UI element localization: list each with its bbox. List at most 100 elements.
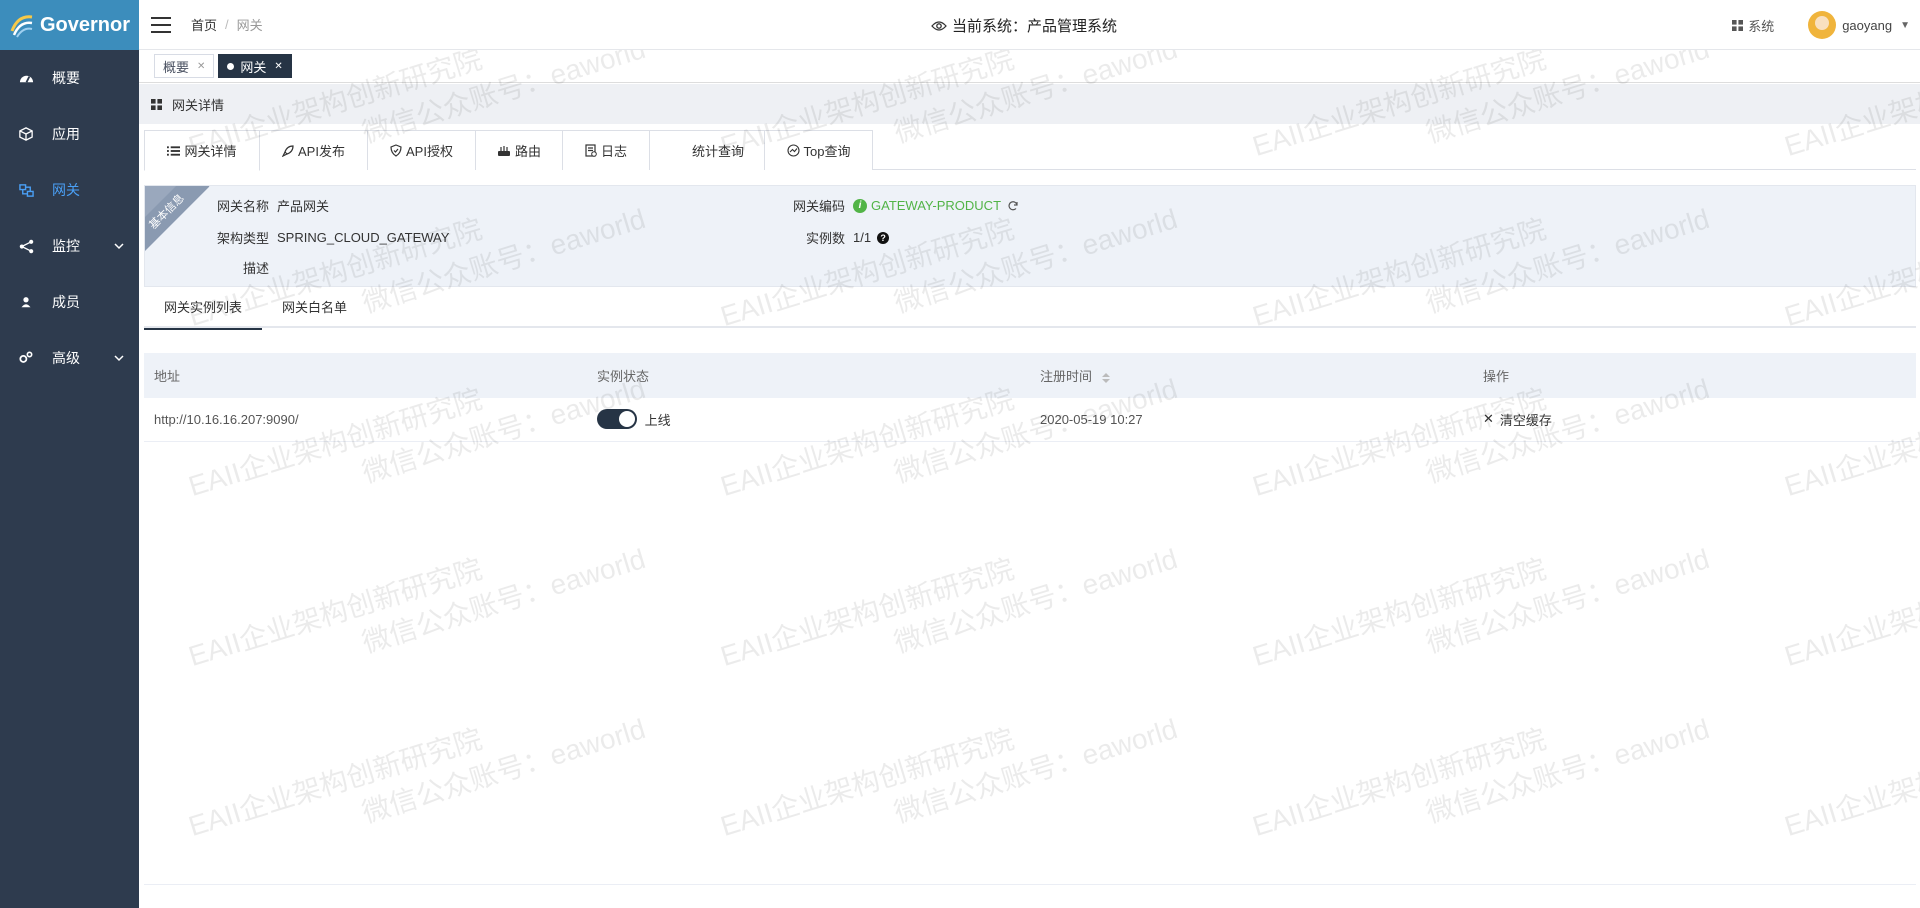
status-label: 上线 — [644, 412, 671, 428]
breadcrumb-separator: / — [225, 17, 229, 32]
logo-icon — [10, 15, 33, 38]
sidebar-item-apps[interactable]: 应用 — [0, 106, 139, 162]
tab-top-query[interactable]: Top查询 — [765, 130, 873, 170]
cube-icon — [18, 126, 34, 142]
tag-label: 概要 — [163, 59, 190, 75]
info-icon: i — [853, 198, 867, 213]
cell-status: 上线 — [587, 398, 1030, 442]
clear-cache-label: 清空缓存 — [1499, 412, 1552, 428]
basic-info-panel: 基本信息 网关名称 产品网关 架构类型 SPRING_CLOUD_GATEWAY… — [144, 185, 1916, 287]
watermark-text: EAII企业架构创新研究院微信公众账号：eaworld — [184, 543, 649, 673]
help-icon[interactable]: ? — [877, 231, 890, 244]
sidebar-item-monitor[interactable]: 监控 — [0, 218, 139, 274]
clear-cache-button[interactable]: ✕ 清空缓存 — [1483, 410, 1552, 429]
tag-label: 网关 — [240, 59, 267, 75]
watermark-text: EAII企业架构创新研究院微信公众账号：eaworld — [716, 713, 1181, 843]
instance-count-value: 1/1 — [853, 230, 872, 245]
breadcrumb: 首页 / 网关 — [191, 15, 263, 34]
column-header-registered[interactable]: 注册时间 — [1030, 353, 1473, 398]
sidebar: Governor 概要 应用 网关 监控 成员 高级 — [0, 0, 139, 908]
tab-instance-list[interactable]: 网关实例列表 — [144, 290, 263, 330]
instance-table: 地址 实例状态 注册时间 操作 http://10.16.16.207:9090… — [144, 353, 1916, 442]
system-button[interactable]: 系统 — [1732, 16, 1774, 35]
tab-statistics[interactable]: 统计查询 — [650, 130, 765, 170]
sidebar-item-label: 成员 — [52, 294, 80, 310]
tab-gateway-detail[interactable]: 网关详情 — [144, 130, 260, 171]
app-logo[interactable]: Governor — [0, 0, 139, 50]
user-icon — [18, 294, 34, 310]
tab-api-auth[interactable]: API授权 — [368, 130, 476, 170]
chevron-down-icon — [114, 355, 124, 362]
caret-down-icon: ▼ — [1900, 19, 1910, 31]
watermark-text: EAII企业架构创新研究院微信公众账号：eaworld — [1248, 713, 1713, 843]
tab-label: 统计查询 — [691, 144, 744, 159]
sidebar-item-label: 概要 — [52, 70, 80, 86]
page-title-bar: 网关详情 — [139, 84, 1920, 124]
description-label: 描述 — [242, 261, 269, 276]
sidebar-nav: 概要 应用 网关 监控 成员 高级 — [0, 50, 139, 386]
sidebar-item-members[interactable]: 成员 — [0, 274, 139, 330]
close-icon: ✕ — [1483, 411, 1494, 427]
router-icon — [497, 145, 511, 157]
column-header-status: 实例状态 — [587, 353, 1030, 398]
breadcrumb-home[interactable]: 首页 — [191, 15, 217, 34]
current-system-label: 当前系统：产品管理系统 — [952, 18, 1118, 35]
sort-icon[interactable] — [1101, 372, 1110, 383]
tab-label: 日志 — [600, 144, 627, 159]
watermark-text: EAII企业架构创新研究院微信公众账号：eaworld — [1248, 543, 1713, 673]
sidebar-item-overview[interactable]: 概要 — [0, 50, 139, 106]
gateway-code-label: 网关编码 — [792, 199, 845, 214]
table-header-row: 地址 实例状态 注册时间 操作 — [144, 353, 1916, 398]
arch-type-value: SPRING_CLOUD_GATEWAY — [277, 230, 450, 245]
tab-label: Top查询 — [803, 144, 851, 159]
sidebar-item-advanced[interactable]: 高级 — [0, 330, 139, 386]
tab-api-publish[interactable]: API发布 — [260, 130, 368, 170]
chevron-down-icon — [114, 243, 124, 250]
instance-sub-tabs: 网关实例列表 网关白名单 — [144, 290, 1916, 330]
user-menu[interactable]: gaoyang ▼ — [1808, 11, 1910, 39]
watermark-text: EAII企业架构创新研究院微信公众账号：eaworld — [184, 713, 649, 843]
tab-label: 路由 — [514, 144, 541, 159]
refresh-icon[interactable] — [1007, 200, 1019, 212]
close-icon[interactable]: ✕ — [274, 61, 282, 72]
status-toggle[interactable] — [597, 409, 637, 430]
tag-overview[interactable]: 概要 ✕ — [154, 54, 215, 78]
cell-address: http://10.16.16.207:9090/ — [144, 398, 587, 442]
instance-count-label: 实例数 — [805, 231, 845, 246]
eye-icon — [931, 20, 947, 31]
tab-label: API授权 — [406, 144, 453, 159]
sidebar-item-gateway[interactable]: 网关 — [0, 162, 139, 218]
tab-routes[interactable]: 路由 — [476, 130, 563, 170]
grid-icon — [1732, 19, 1744, 31]
avatar — [1808, 11, 1837, 39]
menu-toggle-icon[interactable] — [151, 16, 171, 33]
apps-icon — [151, 98, 162, 110]
gateway-name-value: 产品网关 — [277, 199, 330, 214]
rocket-icon — [282, 144, 294, 157]
column-header-label: 注册时间 — [1040, 369, 1093, 384]
watermark-text: EAII企业架构创新研究院微信公众账号：eaworld — [1780, 553, 1920, 673]
shield-icon — [390, 144, 402, 157]
tags-view: 概要 ✕ 网关 ✕ — [139, 50, 1920, 83]
tab-whitelist[interactable]: 网关白名单 — [262, 290, 367, 328]
gateway-code-value: GATEWAY-PRODUCT — [871, 198, 1002, 213]
sidebar-item-label: 应用 — [52, 126, 80, 142]
watermark-text: EAII企业架构创新研究院微信公众账号：eaworld — [1780, 723, 1920, 843]
sidebar-item-label: 高级 — [52, 350, 80, 366]
watermark-layer: EAII企业架构创新研究院 微信公众账号：eaworld EAII企业架构创新研究院… — [139, 50, 1920, 908]
watermark-text: EAII企业架构创新研究院微信公众账号：eaworld — [716, 543, 1181, 673]
gateway-code: i GATEWAY-PRODUCT — [853, 198, 1019, 213]
close-icon[interactable]: ✕ — [197, 61, 205, 72]
tag-gateway[interactable]: 网关 ✕ — [218, 54, 292, 78]
arch-type-row: 架构类型 SPRING_CLOUD_GATEWAY — [209, 228, 449, 247]
list-icon — [167, 145, 181, 157]
detail-tabs: 网关详情 API发布 API授权 路由 日志 统计查询 Top查询 — [144, 130, 1916, 171]
gateway-code-row: 网关编码 i GATEWAY-PRODUCT — [785, 196, 1019, 215]
gateway-icon — [18, 182, 34, 198]
app-name: Governor — [40, 13, 131, 36]
tab-label: 网关详情 — [184, 144, 237, 159]
sidebar-item-label: 网关 — [52, 182, 80, 198]
tab-logs[interactable]: 日志 — [563, 130, 650, 170]
breadcrumb-current: 网关 — [236, 18, 263, 33]
column-header-address: 地址 — [144, 353, 587, 398]
